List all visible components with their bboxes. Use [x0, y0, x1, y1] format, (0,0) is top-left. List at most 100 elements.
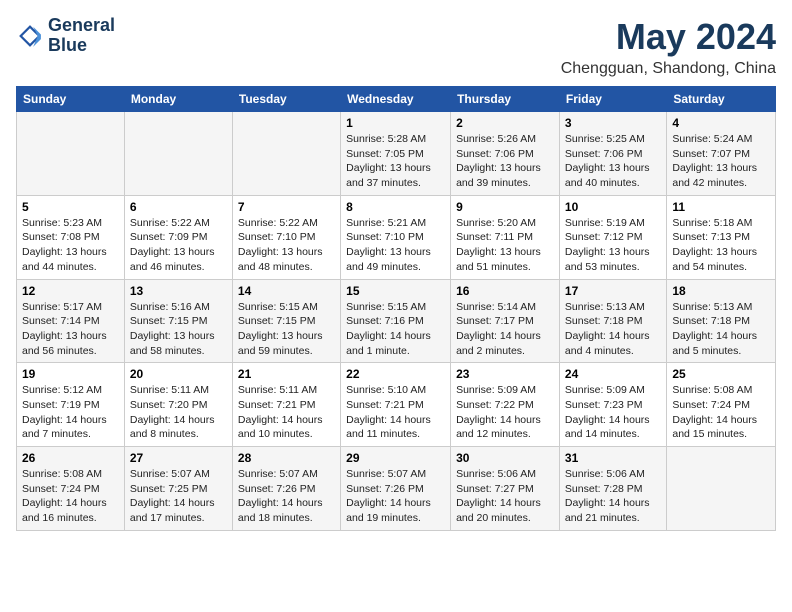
calendar-cell: 27 Sunrise: 5:07 AM Sunset: 7:25 PM Dayli…	[124, 447, 232, 531]
weekday-header: Friday	[559, 87, 666, 112]
page-header: General Blue May 2024 Chengguan, Shandon…	[16, 16, 776, 78]
day-number: 27	[130, 451, 227, 465]
day-info: Sunrise: 5:07 AM Sunset: 7:25 PM Dayligh…	[130, 467, 227, 526]
calendar-cell: 21 Sunrise: 5:11 AM Sunset: 7:21 PM Dayli…	[232, 363, 340, 447]
day-number: 11	[672, 200, 770, 214]
day-info: Sunrise: 5:10 AM Sunset: 7:21 PM Dayligh…	[346, 383, 445, 442]
day-info: Sunrise: 5:25 AM Sunset: 7:06 PM Dayligh…	[565, 132, 661, 191]
calendar-cell: 31Sunrise: 5:06 AM Sunset: 7:28 PM Dayli…	[559, 447, 666, 531]
day-number: 6	[130, 200, 227, 214]
calendar-table: SundayMondayTuesdayWednesdayThursdayFrid…	[16, 86, 776, 531]
calendar-cell: 30Sunrise: 5:06 AM Sunset: 7:27 PM Dayli…	[451, 447, 560, 531]
calendar-cell: 4 Sunrise: 5:24 AM Sunset: 7:07 PM Daylig…	[667, 112, 776, 196]
day-number: 9	[456, 200, 554, 214]
day-number: 24	[565, 367, 661, 381]
calendar-cell: 5 Sunrise: 5:23 AM Sunset: 7:08 PM Daylig…	[17, 195, 125, 279]
weekday-header: Monday	[124, 87, 232, 112]
day-number: 1	[346, 116, 445, 130]
day-number: 20	[130, 367, 227, 381]
day-number: 15	[346, 284, 445, 298]
calendar-cell: 29 Sunrise: 5:07 AM Sunset: 7:26 PM Dayli…	[341, 447, 451, 531]
calendar-week-row: 5 Sunrise: 5:23 AM Sunset: 7:08 PM Daylig…	[17, 195, 776, 279]
day-info: Sunrise: 5:20 AM Sunset: 7:11 PM Dayligh…	[456, 216, 554, 275]
day-number: 2	[456, 116, 554, 130]
weekday-header: Wednesday	[341, 87, 451, 112]
calendar-cell: 28 Sunrise: 5:07 AM Sunset: 7:26 PM Dayli…	[232, 447, 340, 531]
calendar-cell: 23Sunrise: 5:09 AM Sunset: 7:22 PM Dayli…	[451, 363, 560, 447]
day-number: 3	[565, 116, 661, 130]
logo-text: General Blue	[48, 16, 115, 56]
day-number: 28	[238, 451, 335, 465]
day-info: Sunrise: 5:13 AM Sunset: 7:18 PM Dayligh…	[565, 300, 661, 359]
day-info: Sunrise: 5:13 AM Sunset: 7:18 PM Dayligh…	[672, 300, 770, 359]
day-number: 13	[130, 284, 227, 298]
day-info: Sunrise: 5:17 AM Sunset: 7:14 PM Dayligh…	[22, 300, 119, 359]
day-info: Sunrise: 5:11 AM Sunset: 7:20 PM Dayligh…	[130, 383, 227, 442]
day-number: 14	[238, 284, 335, 298]
calendar-cell: 24 Sunrise: 5:09 AM Sunset: 7:23 PM Dayli…	[559, 363, 666, 447]
day-number: 7	[238, 200, 335, 214]
day-number: 21	[238, 367, 335, 381]
calendar-cell: 18 Sunrise: 5:13 AM Sunset: 7:18 PM Dayli…	[667, 279, 776, 363]
calendar-cell: 7Sunrise: 5:22 AM Sunset: 7:10 PM Daylig…	[232, 195, 340, 279]
day-info: Sunrise: 5:23 AM Sunset: 7:08 PM Dayligh…	[22, 216, 119, 275]
calendar-cell	[17, 112, 125, 196]
calendar-cell: 3 Sunrise: 5:25 AM Sunset: 7:06 PM Daylig…	[559, 112, 666, 196]
calendar-cell: 16Sunrise: 5:14 AM Sunset: 7:17 PM Dayli…	[451, 279, 560, 363]
day-number: 22	[346, 367, 445, 381]
day-number: 18	[672, 284, 770, 298]
calendar-cell	[124, 112, 232, 196]
day-number: 5	[22, 200, 119, 214]
calendar-cell: 8 Sunrise: 5:21 AM Sunset: 7:10 PM Daylig…	[341, 195, 451, 279]
day-info: Sunrise: 5:19 AM Sunset: 7:12 PM Dayligh…	[565, 216, 661, 275]
calendar-cell: 25Sunrise: 5:08 AM Sunset: 7:24 PM Dayli…	[667, 363, 776, 447]
calendar-cell: 26 Sunrise: 5:08 AM Sunset: 7:24 PM Dayli…	[17, 447, 125, 531]
day-number: 4	[672, 116, 770, 130]
day-info: Sunrise: 5:15 AM Sunset: 7:15 PM Dayligh…	[238, 300, 335, 359]
calendar-cell: 19Sunrise: 5:12 AM Sunset: 7:19 PM Dayli…	[17, 363, 125, 447]
day-info: Sunrise: 5:14 AM Sunset: 7:17 PM Dayligh…	[456, 300, 554, 359]
calendar-cell	[667, 447, 776, 531]
day-number: 31	[565, 451, 661, 465]
day-number: 29	[346, 451, 445, 465]
weekday-header: Thursday	[451, 87, 560, 112]
day-info: Sunrise: 5:26 AM Sunset: 7:06 PM Dayligh…	[456, 132, 554, 191]
calendar-cell: 14 Sunrise: 5:15 AM Sunset: 7:15 PM Dayli…	[232, 279, 340, 363]
calendar-cell: 20 Sunrise: 5:11 AM Sunset: 7:20 PM Dayli…	[124, 363, 232, 447]
calendar-cell: 11Sunrise: 5:18 AM Sunset: 7:13 PM Dayli…	[667, 195, 776, 279]
calendar-week-row: 26 Sunrise: 5:08 AM Sunset: 7:24 PM Dayli…	[17, 447, 776, 531]
day-info: Sunrise: 5:09 AM Sunset: 7:23 PM Dayligh…	[565, 383, 661, 442]
subtitle: Chengguan, Shandong, China	[561, 60, 776, 78]
day-info: Sunrise: 5:08 AM Sunset: 7:24 PM Dayligh…	[22, 467, 119, 526]
calendar-cell: 10Sunrise: 5:19 AM Sunset: 7:12 PM Dayli…	[559, 195, 666, 279]
day-info: Sunrise: 5:09 AM Sunset: 7:22 PM Dayligh…	[456, 383, 554, 442]
title-block: May 2024 Chengguan, Shandong, China	[561, 16, 776, 78]
day-number: 26	[22, 451, 119, 465]
day-number: 17	[565, 284, 661, 298]
day-number: 30	[456, 451, 554, 465]
calendar-cell: 9 Sunrise: 5:20 AM Sunset: 7:11 PM Daylig…	[451, 195, 560, 279]
main-title: May 2024	[561, 16, 776, 58]
calendar-cell: 6 Sunrise: 5:22 AM Sunset: 7:09 PM Daylig…	[124, 195, 232, 279]
calendar-week-row: 12 Sunrise: 5:17 AM Sunset: 7:14 PM Dayli…	[17, 279, 776, 363]
day-number: 12	[22, 284, 119, 298]
day-info: Sunrise: 5:24 AM Sunset: 7:07 PM Dayligh…	[672, 132, 770, 191]
calendar-cell: 12 Sunrise: 5:17 AM Sunset: 7:14 PM Dayli…	[17, 279, 125, 363]
day-info: Sunrise: 5:07 AM Sunset: 7:26 PM Dayligh…	[346, 467, 445, 526]
day-info: Sunrise: 5:28 AM Sunset: 7:05 PM Dayligh…	[346, 132, 445, 191]
day-info: Sunrise: 5:16 AM Sunset: 7:15 PM Dayligh…	[130, 300, 227, 359]
calendar-cell: 13 Sunrise: 5:16 AM Sunset: 7:15 PM Dayli…	[124, 279, 232, 363]
weekday-header: Tuesday	[232, 87, 340, 112]
calendar-week-row: 19Sunrise: 5:12 AM Sunset: 7:19 PM Dayli…	[17, 363, 776, 447]
day-info: Sunrise: 5:22 AM Sunset: 7:09 PM Dayligh…	[130, 216, 227, 275]
calendar-cell: 2 Sunrise: 5:26 AM Sunset: 7:06 PM Daylig…	[451, 112, 560, 196]
day-info: Sunrise: 5:07 AM Sunset: 7:26 PM Dayligh…	[238, 467, 335, 526]
day-info: Sunrise: 5:11 AM Sunset: 7:21 PM Dayligh…	[238, 383, 335, 442]
calendar-cell: 15Sunrise: 5:15 AM Sunset: 7:16 PM Dayli…	[341, 279, 451, 363]
header-row: SundayMondayTuesdayWednesdayThursdayFrid…	[17, 87, 776, 112]
logo-icon	[16, 22, 44, 50]
day-info: Sunrise: 5:21 AM Sunset: 7:10 PM Dayligh…	[346, 216, 445, 275]
calendar-body: 1 Sunrise: 5:28 AM Sunset: 7:05 PM Daylig…	[17, 112, 776, 531]
day-number: 8	[346, 200, 445, 214]
day-info: Sunrise: 5:12 AM Sunset: 7:19 PM Dayligh…	[22, 383, 119, 442]
